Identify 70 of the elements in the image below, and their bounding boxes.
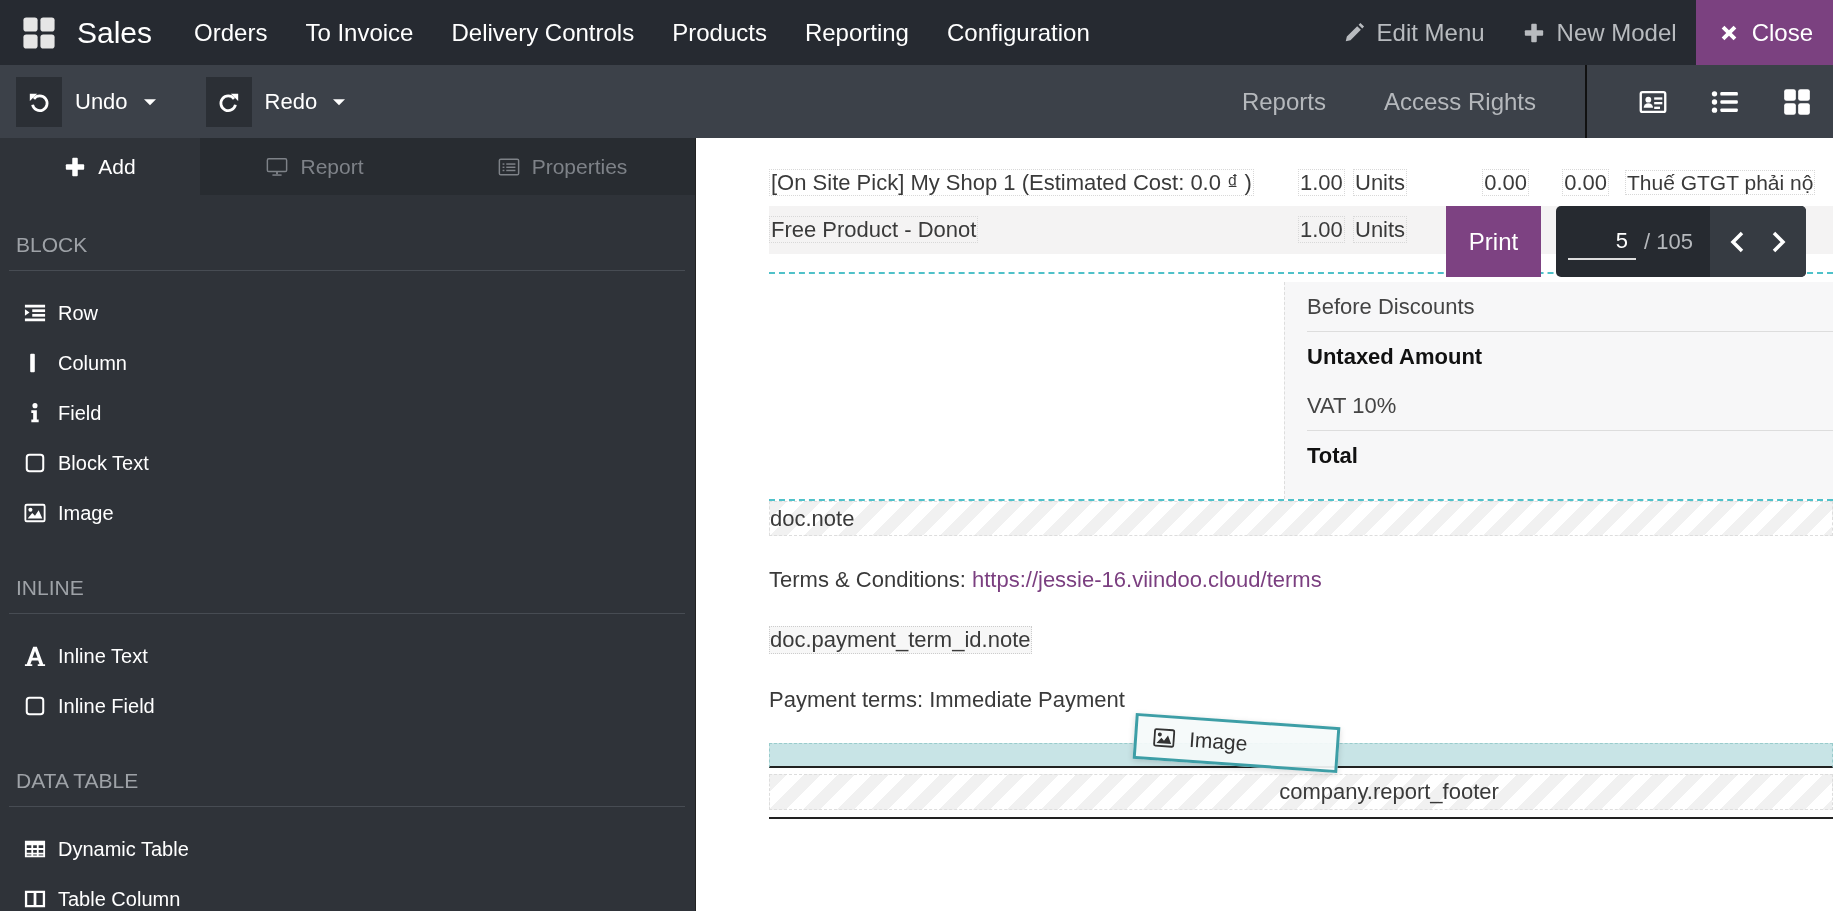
sidebar-tab[interactable]: Properties <box>430 138 695 195</box>
totals-label: Total <box>1307 442 1358 469</box>
undo-button[interactable] <box>16 76 62 127</box>
page-count: / 105 <box>1644 228 1693 255</box>
menu-item[interactable]: Orders <box>175 18 287 47</box>
letter-a-icon <box>24 645 46 667</box>
component-item[interactable]: Field <box>0 388 695 438</box>
apps-button[interactable] <box>22 15 56 50</box>
component-item[interactable]: Image <box>0 488 695 538</box>
menu-item[interactable]: Reporting <box>785 18 928 47</box>
print-button[interactable]: Print <box>1446 206 1541 277</box>
plus-icon <box>64 155 87 178</box>
terms-link[interactable]: https://jessie-16.viindoo.cloud/terms <box>971 567 1322 592</box>
component-item[interactable]: Inline Text <box>0 631 695 681</box>
component-item[interactable]: Block Text <box>0 438 695 488</box>
undo-dropdown[interactable]: Undo <box>62 88 158 115</box>
footer-field[interactable]: company.report_footer <box>769 774 1833 810</box>
bar-icon <box>30 352 35 374</box>
component-item[interactable]: Inline Field <box>0 681 695 731</box>
indent-list-icon <box>24 302 46 324</box>
drag-label: Image <box>1188 727 1249 756</box>
page-number-field[interactable]: 5 <box>1568 223 1636 260</box>
square-icon <box>24 695 46 717</box>
app-name: Sales <box>77 15 153 50</box>
apps-icon <box>22 15 56 50</box>
image-icon <box>1152 726 1176 750</box>
payment-note-field[interactable]: doc.payment_term_id.note <box>769 626 1032 654</box>
table-cell: Thuế GTGT phải nộ <box>1625 170 1816 195</box>
menu-item[interactable]: Delivery Controls <box>432 18 654 47</box>
note-field[interactable]: doc.note <box>769 501 1833 536</box>
component-item[interactable]: Column <box>0 338 695 388</box>
new-model-button[interactable]: New Model <box>1503 0 1696 65</box>
menu-item[interactable]: Configuration <box>927 18 1109 47</box>
table-cell: Units <box>1353 169 1408 196</box>
section-heading: INLINE <box>16 575 85 601</box>
grid-icon <box>1781 87 1813 116</box>
table-cell: 1.00 <box>1298 216 1345 243</box>
redo-button[interactable] <box>205 76 252 127</box>
columns-icon <box>24 888 46 910</box>
component-item[interactable]: Table Column <box>0 874 695 911</box>
table-cell: [On Site Pick] My Shop 1 (Estimated Cost: 0.0 ₫ ) <box>769 169 1254 196</box>
redo-dropdown[interactable]: Redo <box>251 88 348 115</box>
section-heading: DATA TABLE <box>16 768 140 794</box>
toolbar-link[interactable]: Reports <box>1212 87 1355 116</box>
table-cell: 1.00 <box>1298 169 1345 196</box>
table-cell: Free Product - Donot <box>769 216 979 243</box>
toolbar-link[interactable]: Access Rights <box>1354 87 1565 116</box>
table-cell: Units <box>1353 216 1408 243</box>
menu-item[interactable]: To Invoice <box>286 18 433 47</box>
drag-preview[interactable]: Image <box>1132 712 1341 774</box>
table-cell: 0.00 <box>1562 169 1609 196</box>
payment-terms-text: Payment terms: Immediate Payment <box>769 687 1125 713</box>
list-card-icon <box>497 155 520 178</box>
monitor-icon <box>266 155 289 178</box>
table-icon <box>24 838 46 860</box>
table-cell: 0.00 <box>1482 169 1529 196</box>
sidebar-tab[interactable]: Report <box>200 138 430 195</box>
component-item[interactable]: Row <box>0 288 695 338</box>
image-icon <box>24 502 46 524</box>
component-item[interactable]: Dynamic Table <box>0 824 695 874</box>
edit-menu-button[interactable]: Edit Menu <box>1323 0 1504 65</box>
totals-label: Untaxed Amount <box>1307 343 1483 370</box>
square-icon <box>24 452 46 474</box>
section-heading: BLOCK <box>16 232 89 258</box>
plus-icon <box>1522 21 1545 44</box>
totals-label: VAT 10% <box>1307 392 1397 419</box>
close-button[interactable]: Close <box>1695 0 1833 65</box>
totals-label: Before Discounts <box>1307 293 1475 320</box>
terms-text: Terms & Conditions: https://jessie-16.viindoo.cloud/terms <box>769 567 1322 593</box>
menu-item[interactable]: Products <box>653 18 786 47</box>
